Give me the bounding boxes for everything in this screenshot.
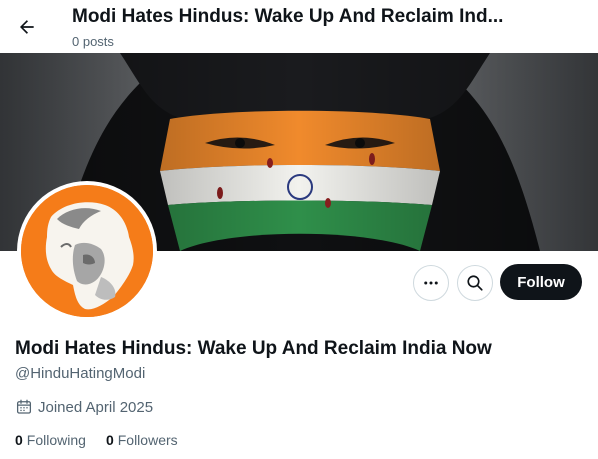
follow-button[interactable]: Follow (500, 264, 582, 300)
arrow-left-icon (20, 20, 34, 34)
follow-stats: 0 Following 0 Followers (15, 432, 198, 448)
calendar-icon (16, 399, 32, 414)
back-button[interactable] (12, 12, 42, 42)
search-icon (467, 275, 483, 291)
header-title: Modi Hates Hindus: Wake Up And Reclaim I… (72, 6, 504, 27)
join-date: Joined April 2025 (15, 398, 153, 416)
more-button[interactable] (413, 265, 449, 301)
following-label: Following (26, 432, 86, 448)
followers-count: 0 (105, 432, 114, 448)
display-name: Modi Hates Hindus: Wake Up And Reclaim I… (15, 338, 492, 359)
avatar[interactable] (17, 181, 157, 321)
user-handle: @HinduHatingModi (15, 365, 146, 382)
search-button[interactable] (457, 265, 493, 301)
following-link[interactable]: 0 Following (15, 432, 86, 448)
post-count: 0 posts (72, 34, 114, 49)
followers-link[interactable]: 0 Followers (106, 432, 178, 448)
more-horizontal-icon (424, 281, 438, 285)
profile-header: Modi Hates Hindus: Wake Up And Reclaim I… (0, 0, 598, 53)
avatar-image (21, 185, 153, 317)
followers-label: Followers (117, 432, 178, 448)
following-count: 0 (15, 432, 23, 448)
join-date-text: Joined April 2025 (38, 398, 154, 416)
